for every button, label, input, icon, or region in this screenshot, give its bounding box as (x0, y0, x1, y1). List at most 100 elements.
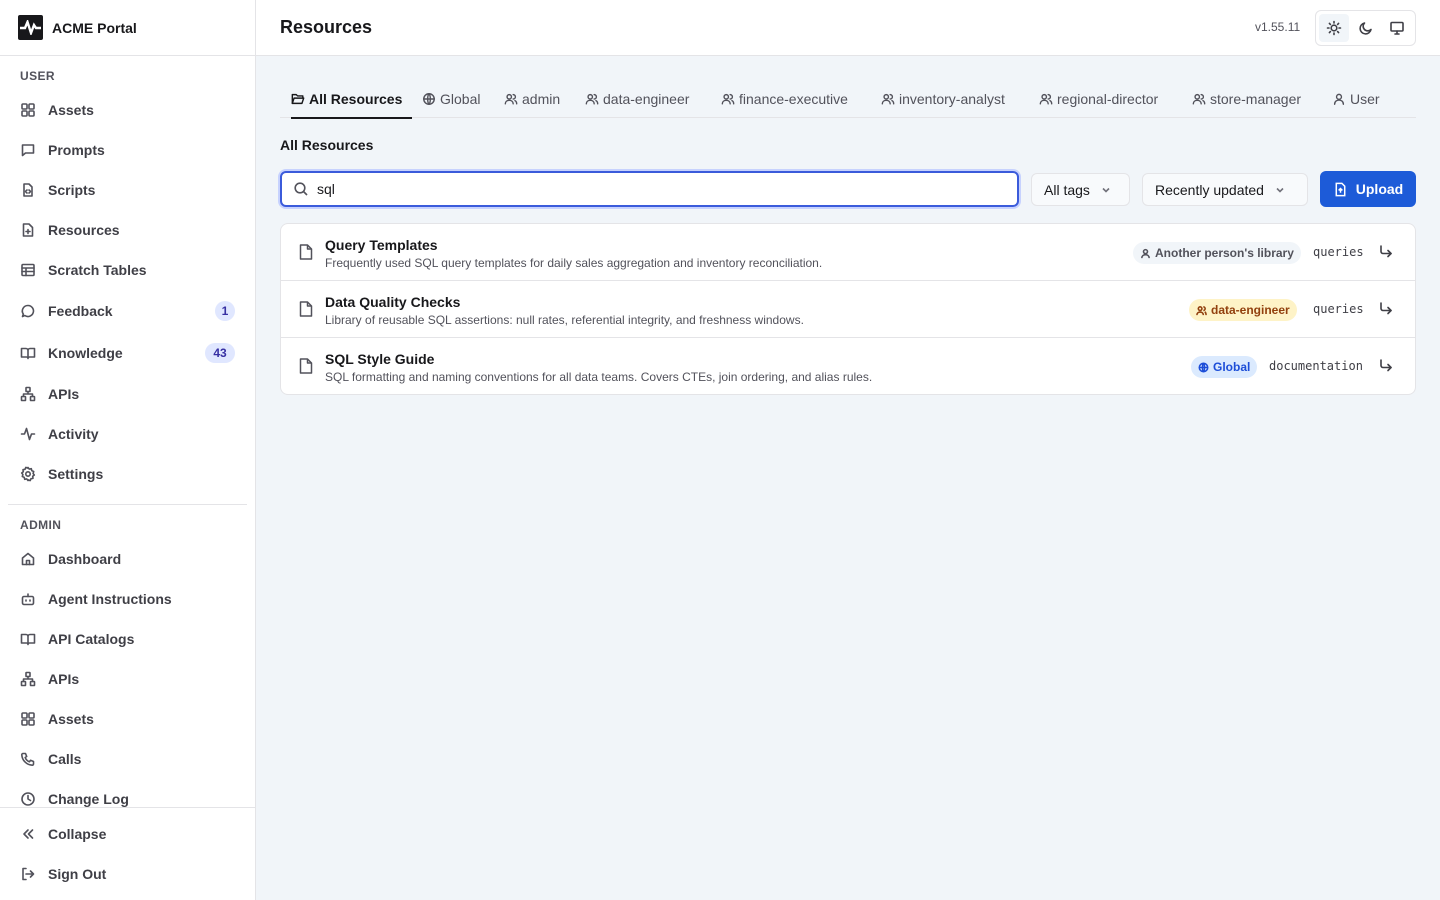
knowledge-count-badge: 43 (205, 343, 235, 363)
chevron-down-icon (1102, 187, 1110, 193)
table-icon (20, 262, 36, 278)
sidebar-divider (8, 504, 247, 505)
owner-label: data-engineer (1211, 303, 1290, 317)
gear-icon (20, 466, 36, 482)
tab-label: User (1350, 91, 1380, 107)
file-icon (299, 244, 313, 265)
tab-regional-director[interactable]: regional-director (1039, 80, 1158, 118)
page-title: Resources (280, 17, 373, 37)
owner-badge: data-engineer (1189, 299, 1297, 321)
user-section-label: USER (20, 69, 55, 83)
tab-all-resources[interactable]: All Resources (291, 80, 413, 119)
sidebar-item-label: Assets (48, 102, 94, 118)
sidebar-item-feedback[interactable]: Feedback 1 (8, 293, 247, 329)
sidebar-item-activity[interactable]: Activity (8, 416, 247, 452)
sidebar-item-apis[interactable]: APIs (8, 376, 247, 412)
resource-tag: documentation (1269, 359, 1363, 373)
sidebar-item-scratch-tables[interactable]: Scratch Tables (8, 252, 247, 288)
sign-out-label: Sign Out (48, 866, 107, 882)
tab-inventory-analyst[interactable]: inventory-analyst (881, 80, 1005, 118)
tab-user[interactable]: User (1332, 80, 1380, 118)
owner-label: Another person's library (1155, 246, 1294, 260)
sort-select[interactable]: Recently updated (1142, 173, 1308, 206)
tab-label: Global (440, 91, 481, 107)
search-icon (294, 182, 308, 196)
sidebar-item-admin-assets[interactable]: Assets (8, 701, 247, 737)
network-icon (20, 671, 36, 687)
sidebar-item-label: Agent Instructions (48, 591, 172, 607)
sidebar-item-label: Dashboard (48, 551, 122, 567)
sidebar-item-knowledge[interactable]: Knowledge 43 (8, 335, 247, 371)
resource-description: Frequently used SQL query templates for … (325, 256, 823, 270)
brand[interactable]: ACME Portal (0, 0, 255, 56)
network-icon (20, 386, 36, 402)
resource-row[interactable]: Query Templates Frequently used SQL quer… (281, 224, 1415, 281)
sort-label: Recently updated (1155, 181, 1264, 198)
dark-theme-button[interactable] (1351, 14, 1381, 42)
corner-down-right-icon[interactable] (1379, 244, 1395, 260)
tab-label: admin (522, 91, 561, 107)
tab-admin[interactable]: admin (504, 80, 560, 118)
phone-icon (20, 751, 36, 767)
tags-filter-select[interactable]: All tags (1031, 173, 1130, 206)
list-title: All Resources (280, 137, 374, 153)
activity-icon (20, 426, 36, 442)
sidebar-item-settings[interactable]: Settings (8, 456, 247, 492)
users-icon (881, 92, 899, 106)
sidebar-item-label: Resources (48, 222, 120, 238)
user-icon (1141, 248, 1150, 258)
sidebar-item-calls[interactable]: Calls (8, 741, 247, 777)
sidebar-item-admin-apis[interactable]: APIs (8, 661, 247, 697)
users-icon (721, 92, 739, 106)
message-circle-icon (20, 303, 36, 319)
users-icon (585, 92, 603, 106)
sidebar-item-api-catalogs[interactable]: API Catalogs (8, 621, 247, 657)
sidebar-item-assets[interactable]: Assets (8, 92, 247, 128)
system-theme-button[interactable] (1382, 14, 1412, 42)
sidebar-item-prompts[interactable]: Prompts (8, 132, 247, 168)
sidebar-item-agent-instructions[interactable]: Agent Instructions (8, 581, 247, 617)
upload-button[interactable]: Upload (1320, 171, 1416, 207)
folder-open-icon (291, 92, 309, 106)
light-theme-button[interactable] (1319, 14, 1349, 42)
book-open-icon (20, 631, 36, 647)
owner-label: Global (1213, 360, 1251, 374)
tab-label: store-manager (1210, 91, 1302, 107)
theme-switcher (1315, 10, 1416, 46)
sidebar-item-label: Activity (48, 426, 99, 442)
sidebar-item-dashboard[interactable]: Dashboard (8, 541, 247, 577)
moon-icon (1358, 22, 1372, 35)
tab-data-engineer[interactable]: data-engineer (585, 80, 689, 118)
corner-down-right-icon[interactable] (1379, 358, 1395, 374)
users-icon (1192, 92, 1210, 106)
tab-finance-executive[interactable]: finance-executive (721, 80, 848, 118)
sign-out-button[interactable]: Sign Out (8, 856, 247, 892)
user-icon (1332, 92, 1350, 106)
resource-tag: queries (1313, 302, 1364, 316)
sidebar-item-scripts[interactable]: Scripts (8, 172, 247, 208)
globe-icon (422, 92, 440, 106)
resource-row[interactable]: SQL Style Guide SQL formatting and namin… (281, 338, 1415, 394)
chevrons-left-icon (20, 826, 36, 842)
book-open-icon (20, 345, 36, 361)
tab-label: All Resources (309, 91, 403, 107)
collapse-label: Collapse (48, 826, 107, 842)
sidebar-item-resources[interactable]: Resources (8, 212, 247, 248)
resource-row[interactable]: Data Quality Checks Library of reusable … (281, 281, 1415, 338)
tab-store-manager[interactable]: store-manager (1192, 80, 1301, 118)
sidebar-item-label: Scripts (48, 182, 96, 198)
collapse-button[interactable]: Collapse (8, 816, 247, 852)
sidebar-item-label: Assets (48, 711, 94, 727)
admin-section-label: ADMIN (20, 518, 62, 532)
search-input[interactable] (317, 181, 997, 197)
globe-icon (1198, 362, 1209, 372)
top-header: Resources v1.55.11 (256, 0, 1440, 56)
tab-label: finance-executive (739, 91, 848, 107)
corner-down-right-icon[interactable] (1379, 301, 1395, 317)
tab-global[interactable]: Global (422, 80, 480, 118)
feedback-count-badge: 1 (215, 301, 235, 321)
message-square-icon (20, 142, 36, 158)
acme-logo-icon (18, 15, 43, 40)
sidebar-item-label: APIs (48, 386, 80, 402)
resource-list: Query Templates Frequently used SQL quer… (280, 223, 1416, 395)
